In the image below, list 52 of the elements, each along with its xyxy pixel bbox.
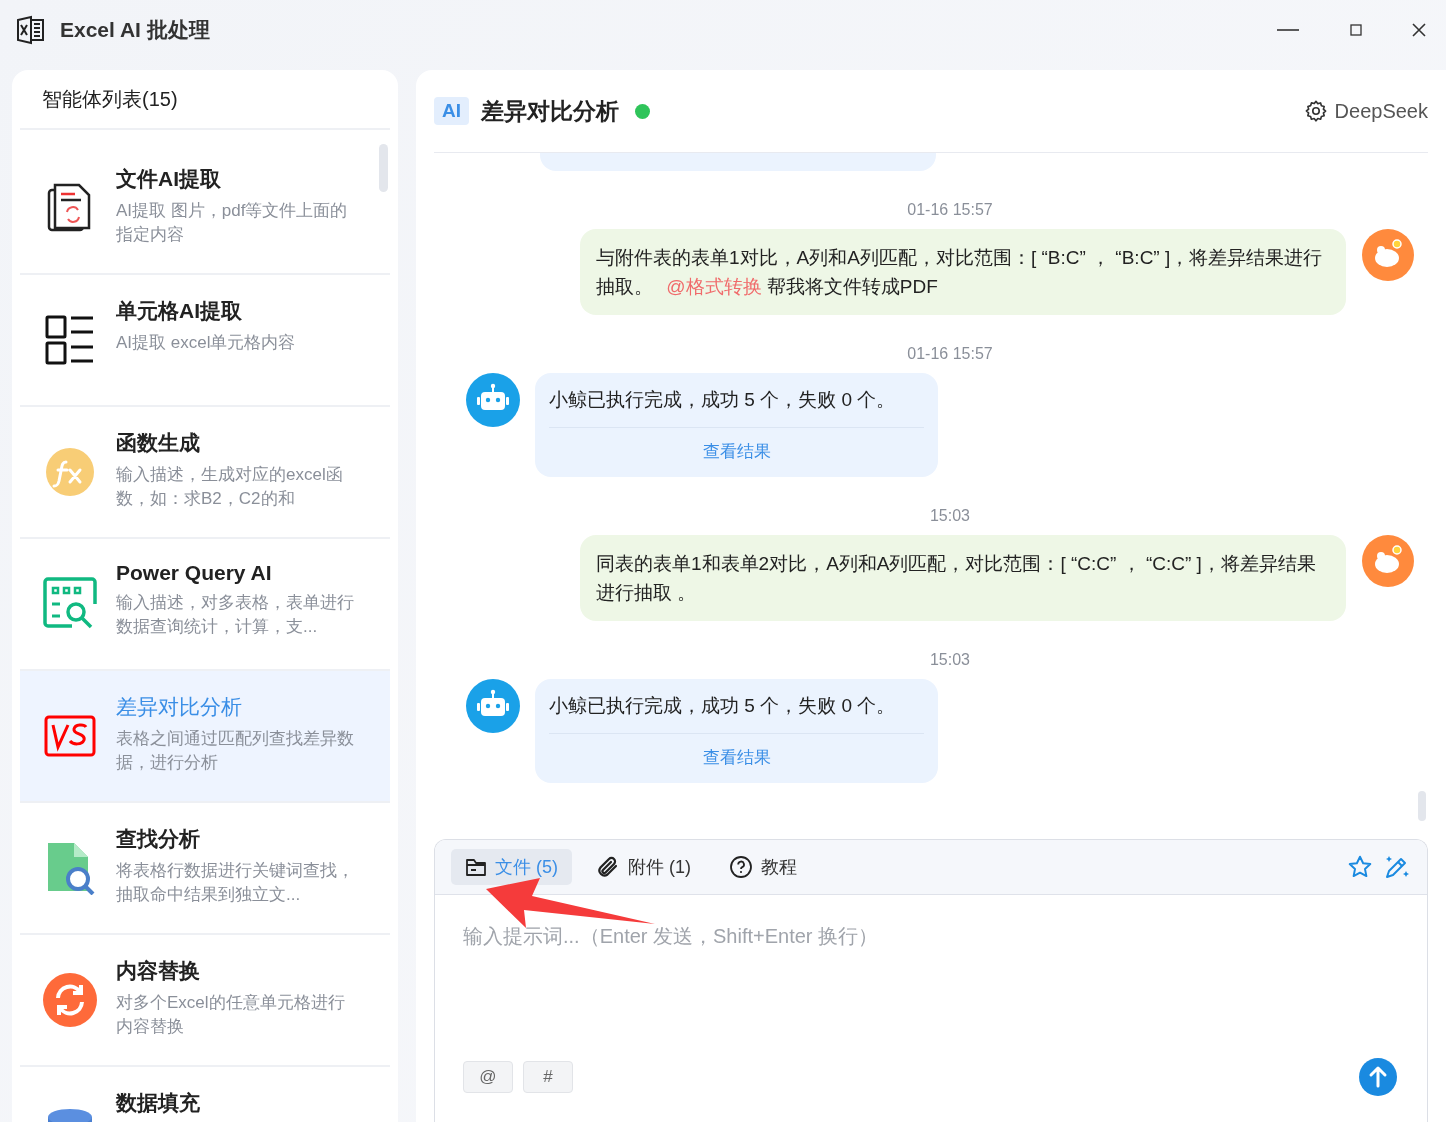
insert-button[interactable]: # bbox=[523, 1061, 573, 1093]
agent-description: AI提取 图片，pdf等文件上面的指定内容 bbox=[116, 200, 349, 246]
agent-description: 对多个Excel的任意单元格进行内容替换 bbox=[116, 992, 346, 1038]
bot-message: 小鲸已执行完成，成功 5 个，失败 0 个。 bbox=[549, 373, 924, 428]
bot-message: 小鲸已执行完成，成功 5 个，失败 0 个。 bbox=[549, 679, 924, 734]
agent-description: 表格之间通过匹配列查找差异数据，进行分析 bbox=[116, 728, 355, 774]
refresh-icon bbox=[43, 973, 97, 1027]
agent-title: Power Query AI bbox=[116, 561, 273, 585]
function-icon bbox=[46, 448, 94, 496]
ai-badge: AI bbox=[434, 97, 469, 125]
timestamp: 01-16 15:57 bbox=[906, 345, 994, 363]
agent-description: 将表格行数据进行关键词查找，抽取命中结果到独立文... bbox=[116, 860, 355, 906]
timestamp: 01-16 15:57 bbox=[906, 201, 994, 219]
timestamp: 15:03 bbox=[928, 651, 971, 669]
scrollbar-thumb[interactable] bbox=[1418, 791, 1426, 821]
maximize-icon[interactable] bbox=[1350, 24, 1362, 36]
versus-icon bbox=[44, 715, 96, 757]
user-message: 与附件表的表单1对比，A列和A列匹配，对比范围：[ “B:C” ， “B:C” ]，将差异结果进行抽取。 @格式转换 帮我将文件转成PDF bbox=[580, 229, 1346, 315]
sidebar-title: 智能体列表(15) bbox=[20, 70, 390, 130]
send-icon[interactable] bbox=[1359, 1058, 1397, 1096]
timestamp: 15:03 bbox=[928, 507, 971, 525]
settings-icon[interactable] bbox=[1304, 100, 1327, 122]
composer-tab[interactable]: 附件 (1) bbox=[582, 849, 705, 885]
agent-name: 差异对比分析 bbox=[481, 96, 619, 126]
insert-button[interactable]: @ bbox=[463, 1061, 513, 1093]
excel-icon bbox=[16, 15, 46, 45]
help-icon bbox=[729, 855, 753, 879]
robot-avatar-icon bbox=[466, 373, 520, 427]
star-icon[interactable] bbox=[1347, 854, 1373, 880]
grid-list-icon bbox=[45, 315, 95, 365]
avatar-icon bbox=[1362, 229, 1414, 281]
agent-title: 文件AI提取 bbox=[116, 166, 222, 192]
agent-title: 数据填充 bbox=[116, 1090, 201, 1116]
composer-tab[interactable]: 教程 bbox=[715, 849, 811, 885]
close-icon[interactable] bbox=[1412, 23, 1426, 37]
agent-title: 单元格AI提取 bbox=[116, 298, 243, 324]
agent-description: 输入描述，生成对应的excel函数，如：求B2，C2的和 bbox=[116, 464, 344, 510]
window-title: Excel AI 批处理 bbox=[60, 17, 210, 43]
agent-description: 输入描述，对多表格，表单进行数据查询统计，计算，支... bbox=[116, 592, 355, 638]
user-message: 同表的表单1和表单2对比，A列和A列匹配，对比范围：[ “C:C” ， “C:C” ]，将差异结果进行抽取 。 bbox=[580, 535, 1346, 621]
agent-title: 函数生成 bbox=[116, 430, 201, 456]
agent-title: 内容替换 bbox=[116, 958, 201, 984]
paperclip-icon bbox=[596, 855, 620, 879]
model-selector[interactable]: DeepSeek bbox=[1334, 99, 1428, 123]
folder-icon bbox=[465, 857, 487, 877]
avatar-icon bbox=[1362, 535, 1414, 587]
agent-description: AI提取 excel单元格内容 bbox=[116, 332, 297, 354]
agent-title: 差异对比分析 bbox=[116, 694, 243, 720]
agent-title: 查找分析 bbox=[116, 826, 201, 852]
composer-box[interactable]: 文件 (5) 附件 (1) 教程 输入提示词...（Enter 发送，Shift+Enter 换行） @ # bbox=[434, 839, 1428, 1122]
scrollbar-thumb[interactable] bbox=[379, 144, 388, 192]
robot-avatar-icon bbox=[466, 679, 520, 733]
